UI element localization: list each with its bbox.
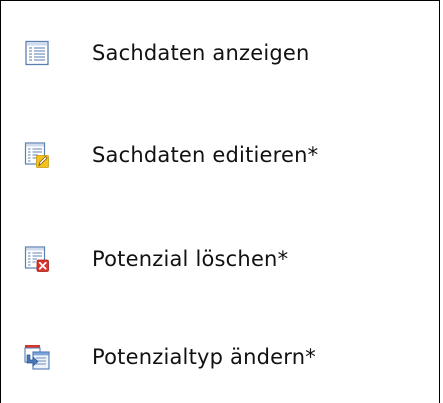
table-icon [25, 40, 49, 66]
table-edit-icon [24, 142, 49, 168]
change-type-icon [24, 345, 50, 370]
menu-item-label: Sachdaten editieren* [92, 143, 319, 167]
menu-item-sachdaten-editieren[interactable]: Sachdaten editieren* [1, 125, 439, 185]
menu-item-label: Potenzialtyp ändern* [92, 345, 316, 369]
menu-item-potenzial-loeschen[interactable]: Potenzial löschen* [1, 229, 439, 289]
table-delete-icon [24, 246, 49, 272]
menu-item-label: Potenzial löschen* [92, 247, 289, 271]
menu-item-label: Sachdaten anzeigen [92, 41, 310, 65]
menu-item-potenzialtyp-aendern[interactable]: Potenzialtyp ändern* [1, 327, 439, 387]
context-menu: Sachdaten anzeigen Sachdaten editieren* [0, 0, 440, 403]
menu-item-sachdaten-anzeigen[interactable]: Sachdaten anzeigen [1, 23, 439, 83]
